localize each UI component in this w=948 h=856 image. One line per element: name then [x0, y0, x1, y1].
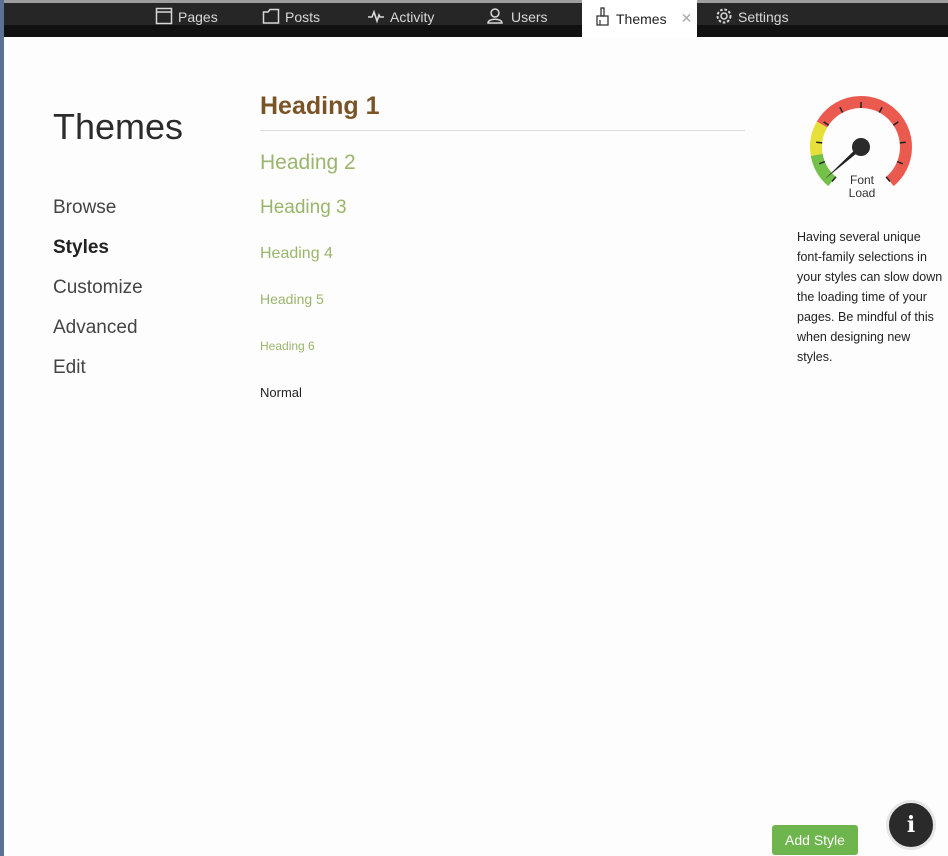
brush-icon	[595, 7, 616, 30]
heading-4-style[interactable]: Heading 4	[260, 245, 745, 265]
tab-label: Pages	[178, 9, 218, 25]
heading-6-style[interactable]: Heading 6	[260, 339, 745, 355]
tab-posts[interactable]: Posts	[262, 3, 320, 31]
tab-pages[interactable]: Pages	[155, 3, 218, 31]
users-icon	[486, 7, 511, 28]
heading-2-style[interactable]: Heading 2	[260, 151, 745, 177]
heading-1-style[interactable]: Heading 1	[260, 92, 745, 131]
window-edge	[0, 0, 4, 856]
tab-label: Users	[511, 9, 548, 25]
gauge-tick	[816, 141, 823, 144]
close-tab-icon[interactable]: ✕	[681, 10, 693, 27]
gauge-hub	[852, 138, 870, 156]
heading-3-style[interactable]: Heading 3	[260, 197, 745, 221]
style-preview: Heading 1 Heading 2 Heading 3 Heading 4 …	[260, 92, 745, 400]
top-nav-bar: Pages Posts Activity Users Themes ✕ Sett…	[4, 0, 948, 37]
gauge-tick	[899, 141, 906, 144]
nav-item-styles[interactable]: Styles	[53, 236, 143, 276]
tab-users[interactable]: Users	[486, 3, 548, 31]
nav-item-edit[interactable]: Edit	[53, 356, 143, 396]
tab-activity[interactable]: Activity	[367, 3, 434, 31]
font-load-note: Having several unique font-family select…	[797, 230, 943, 364]
gear-icon	[715, 7, 738, 28]
normal-text-style[interactable]: Normal	[260, 385, 745, 400]
posts-icon	[262, 7, 285, 28]
nav-item-advanced[interactable]: Advanced	[53, 316, 143, 356]
tab-label: Posts	[285, 9, 321, 25]
page-title: Themes	[53, 106, 184, 147]
gauge-green-zone	[810, 153, 837, 187]
tab-settings[interactable]: Settings	[715, 3, 789, 31]
info-icon[interactable]: i	[886, 800, 936, 850]
themes-side-nav: Browse Styles Customize Advanced Edit	[53, 196, 143, 396]
gauge-label: Font Load	[848, 173, 876, 200]
pages-icon	[155, 7, 178, 28]
tab-label: Themes	[616, 10, 667, 27]
add-style-button[interactable]: Add Style	[772, 825, 858, 855]
gauge-yellow-zone	[810, 121, 828, 156]
tab-themes[interactable]: Themes ✕	[582, 0, 697, 37]
activity-icon	[367, 7, 390, 28]
tab-label: Settings	[738, 9, 789, 25]
nav-item-customize[interactable]: Customize	[53, 276, 143, 316]
heading-5-style[interactable]: Heading 5	[260, 291, 745, 309]
tab-bar: Pages Posts Activity Users Themes ✕ Sett…	[4, 0, 948, 37]
nav-item-browse[interactable]: Browse	[53, 196, 143, 236]
tab-label: Activity	[390, 9, 435, 25]
